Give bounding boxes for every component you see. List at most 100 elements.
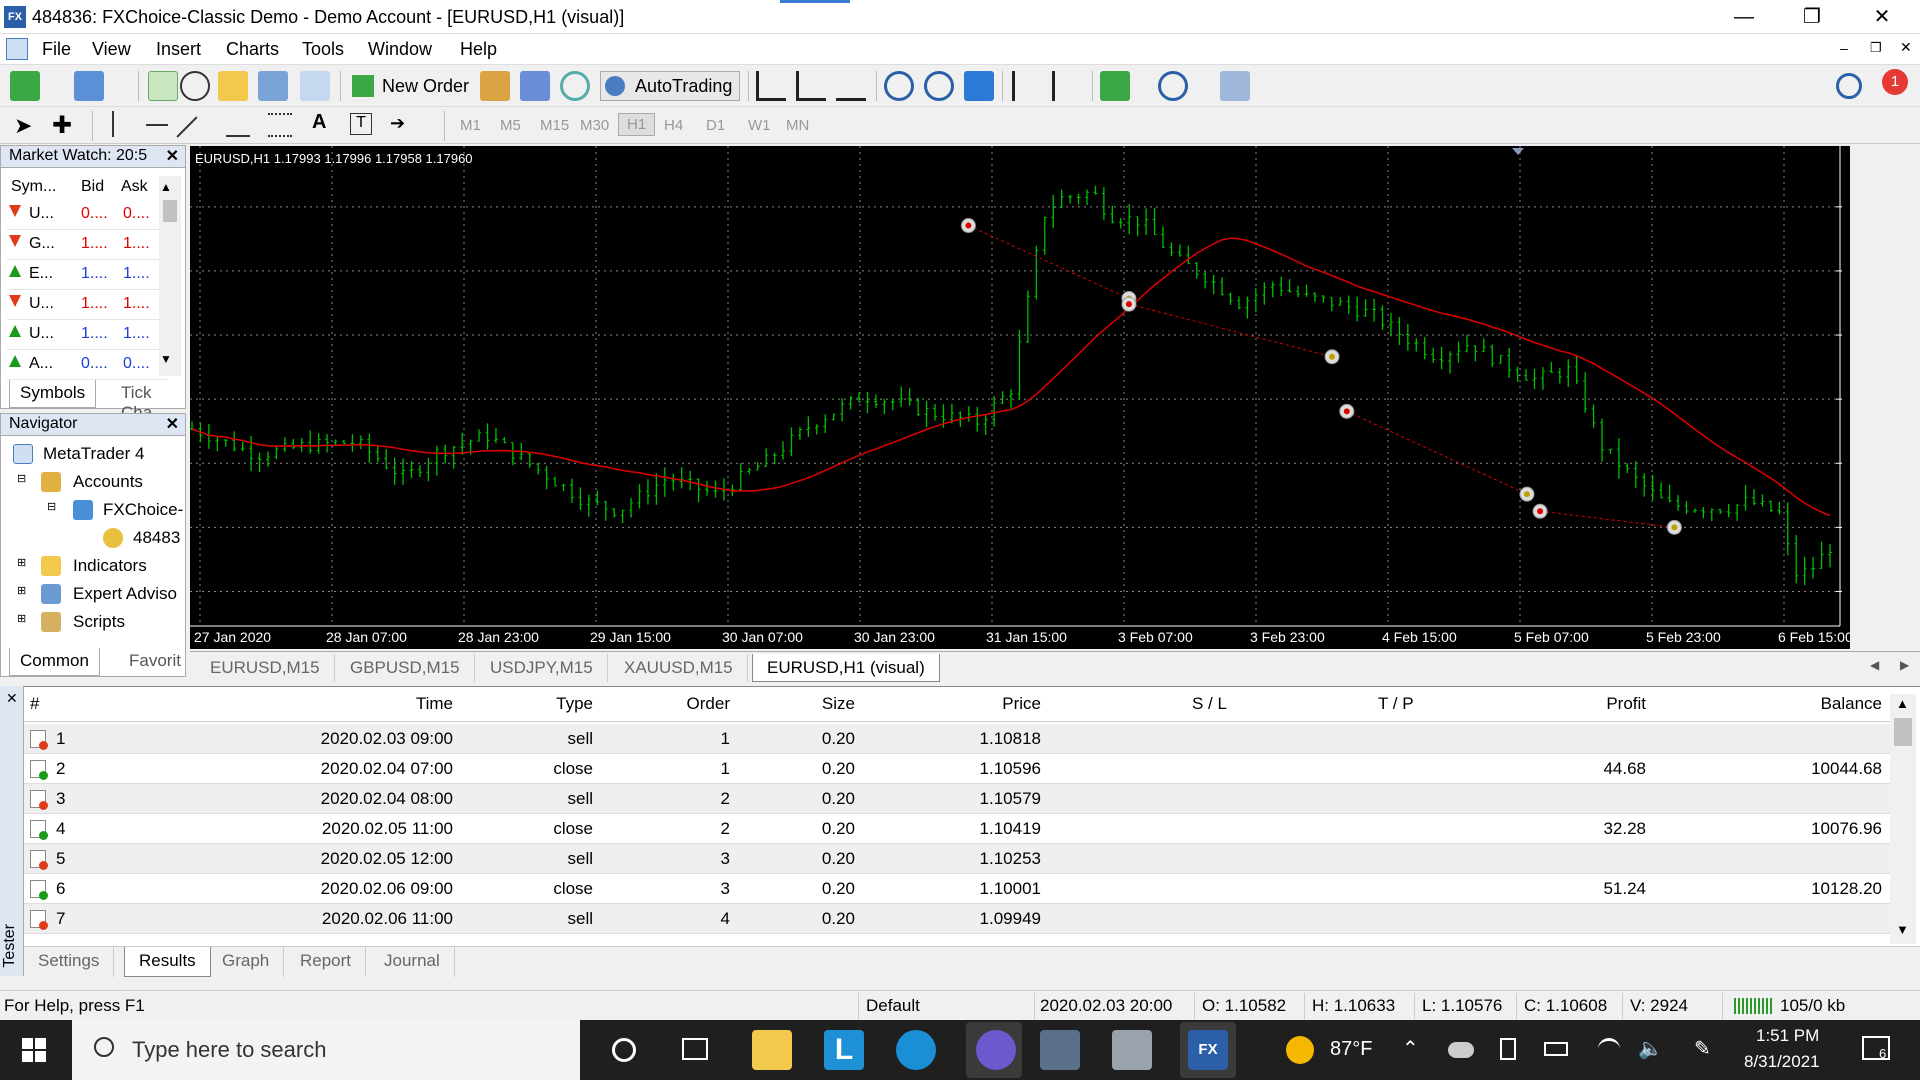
tab-chart-xauusd-m15[interactable]: XAUUSD,M15 bbox=[610, 654, 748, 682]
collapse-icon[interactable]: ⊟ bbox=[47, 500, 56, 513]
signals-icon[interactable] bbox=[520, 71, 550, 101]
market-watch-row[interactable]: U... 1.... 1.... bbox=[7, 290, 167, 320]
vertical-line-icon[interactable] bbox=[112, 111, 114, 137]
timeframe-d1[interactable]: D1 bbox=[706, 117, 725, 134]
menu-tools[interactable]: Tools bbox=[302, 39, 344, 60]
scroll-thumb[interactable] bbox=[163, 200, 177, 222]
mdi-restore-icon[interactable]: ❐ bbox=[1870, 40, 1882, 56]
vps-icon[interactable] bbox=[560, 71, 590, 101]
chevron-up-icon[interactable]: ▲ bbox=[160, 180, 172, 194]
new-chart-icon[interactable] bbox=[10, 71, 40, 101]
chart-shift-icon[interactable] bbox=[1052, 71, 1082, 101]
scroll-thumb[interactable] bbox=[1894, 718, 1912, 746]
timeframe-m30[interactable]: M30 bbox=[580, 117, 609, 134]
zoom-in-icon[interactable] bbox=[884, 71, 914, 101]
channel-icon[interactable] bbox=[226, 113, 250, 137]
table-row[interactable]: 3 2020.02.04 08:00 sell 2 0.20 1.10579 bbox=[24, 784, 1890, 814]
auto-scroll-icon[interactable] bbox=[1012, 71, 1042, 101]
market-watch-row[interactable]: A... 0.... 0.... bbox=[7, 350, 167, 380]
crosshair-navigator-icon[interactable] bbox=[180, 71, 210, 101]
col-order[interactable]: Order bbox=[620, 694, 730, 714]
tab-journal[interactable]: Journal bbox=[370, 947, 455, 977]
menu-help[interactable]: Help bbox=[460, 39, 497, 60]
clock-time[interactable]: 1:51 PM bbox=[1756, 1026, 1819, 1046]
wifi-icon[interactable] bbox=[1598, 1038, 1620, 1060]
text-icon[interactable]: A bbox=[312, 111, 326, 134]
task-view-icon[interactable] bbox=[682, 1038, 708, 1060]
tab-chart-gbpusd-m15[interactable]: GBPUSD,M15 bbox=[336, 654, 475, 682]
timeframe-h1[interactable]: H1 bbox=[618, 113, 656, 136]
nav-expert-advisors[interactable]: Expert Adviso bbox=[73, 584, 177, 604]
database-icon[interactable] bbox=[1112, 1030, 1152, 1070]
tab-favorites[interactable]: Favorit bbox=[119, 648, 191, 676]
tab-scroll-left-icon[interactable]: ◀ bbox=[1870, 658, 1879, 672]
table-row[interactable]: 7 2020.02.06 11:00 sell 4 0.20 1.09949 bbox=[24, 904, 1890, 934]
search-box[interactable]: Type here to search bbox=[72, 1020, 580, 1080]
market-watch-row[interactable]: G... 1.... 1.... bbox=[7, 230, 167, 260]
price-chart[interactable]: 27 Jan 2020 28 Jan 07:00 28 Jan 23:00 29 Ja… bbox=[190, 146, 1903, 649]
periods-icon[interactable] bbox=[1158, 71, 1188, 101]
menu-view[interactable]: View bbox=[92, 39, 131, 60]
edge-icon[interactable] bbox=[896, 1030, 936, 1070]
app-l-icon[interactable]: L bbox=[824, 1030, 864, 1070]
indicators-list-icon[interactable] bbox=[1100, 71, 1130, 101]
timeframe-h4[interactable]: H4 bbox=[664, 117, 683, 134]
new-order-button[interactable]: New Order bbox=[350, 71, 500, 101]
fibonacci-icon[interactable] bbox=[268, 113, 292, 137]
results-scrollbar[interactable]: ▲ ▼ bbox=[1890, 694, 1916, 944]
table-row[interactable]: 6 2020.02.06 09:00 close 3 0.20 1.10001 51.24 1… bbox=[24, 874, 1890, 904]
menu-window[interactable]: Window bbox=[368, 39, 432, 60]
col-type[interactable]: Type bbox=[470, 694, 593, 714]
close-icon[interactable]: ✕ bbox=[1862, 4, 1902, 30]
market-watch-row[interactable]: U... 0.... 0.... bbox=[7, 200, 167, 230]
nav-metatrader[interactable]: MetaTrader 4 bbox=[43, 444, 144, 464]
market-watch-icon[interactable] bbox=[148, 71, 178, 101]
status-profile[interactable]: Default bbox=[866, 996, 920, 1016]
metaeditor-icon[interactable] bbox=[480, 71, 510, 101]
tab-chart-usdjpy-m15[interactable]: USDJPY,M15 bbox=[476, 654, 608, 682]
device-icon[interactable] bbox=[1500, 1038, 1516, 1060]
col-balance[interactable]: Balance bbox=[1700, 694, 1882, 714]
expand-icon[interactable]: ⊞ bbox=[17, 556, 26, 569]
mdi-minimize-icon[interactable]: – bbox=[1840, 40, 1848, 56]
volume-icon[interactable]: 🔈 bbox=[1638, 1036, 1663, 1061]
col-symbol[interactable]: Sym... bbox=[11, 178, 56, 196]
col-tp[interactable]: T / P bbox=[1378, 694, 1414, 714]
minimize-icon[interactable]: — bbox=[1724, 4, 1764, 30]
col-profit[interactable]: Profit bbox=[1500, 694, 1646, 714]
col-size[interactable]: Size bbox=[750, 694, 855, 714]
fxchoice-app-icon[interactable]: FX bbox=[1188, 1030, 1228, 1070]
line-chart-icon[interactable] bbox=[836, 71, 866, 101]
col-number[interactable]: # bbox=[30, 694, 39, 714]
zoom-out-icon[interactable] bbox=[924, 71, 954, 101]
horizontal-line-icon[interactable] bbox=[146, 124, 168, 126]
terminal-icon[interactable] bbox=[258, 71, 288, 101]
market-watch-row[interactable]: E... 1.... 1.... bbox=[7, 260, 167, 290]
table-row[interactable]: 1 2020.02.03 09:00 sell 1 0.20 1.10818 bbox=[24, 724, 1890, 754]
timeframe-m5[interactable]: M5 bbox=[500, 117, 521, 134]
timeframe-w1[interactable]: W1 bbox=[748, 117, 771, 134]
discord-icon[interactable] bbox=[976, 1030, 1016, 1070]
autotrading-button[interactable]: AutoTrading bbox=[600, 71, 740, 101]
file-explorer-icon[interactable] bbox=[752, 1030, 792, 1070]
windows-start-icon[interactable] bbox=[22, 1038, 46, 1062]
chevron-down-icon[interactable]: ▼ bbox=[160, 352, 172, 366]
table-row[interactable]: 5 2020.02.05 12:00 sell 3 0.20 1.10253 bbox=[24, 844, 1890, 874]
col-time[interactable]: Time bbox=[250, 694, 453, 714]
tab-tick-chart[interactable]: Tick Cha bbox=[111, 380, 185, 422]
onedrive-icon[interactable] bbox=[1448, 1042, 1474, 1058]
col-ask[interactable]: Ask bbox=[121, 178, 148, 196]
pen-icon[interactable]: ✎ bbox=[1694, 1036, 1711, 1061]
candlestick-icon[interactable] bbox=[796, 71, 826, 101]
table-row[interactable]: 2 2020.02.04 07:00 close 1 0.20 1.10596 44.68 1… bbox=[24, 754, 1890, 784]
menu-insert[interactable]: Insert bbox=[156, 39, 201, 60]
text-label-icon[interactable]: T bbox=[350, 113, 372, 135]
tab-results[interactable]: Results bbox=[124, 947, 211, 977]
nav-indicators[interactable]: Indicators bbox=[73, 556, 147, 576]
market-watch-row[interactable]: U... 1.... 1.... bbox=[7, 320, 167, 350]
trendline-icon[interactable] bbox=[176, 116, 198, 138]
table-row[interactable]: 4 2020.02.05 11:00 close 2 0.20 1.10419 32.28 1… bbox=[24, 814, 1890, 844]
timeframe-m1[interactable]: M1 bbox=[460, 117, 481, 134]
search-icon[interactable] bbox=[1836, 73, 1862, 99]
timeframe-mn[interactable]: MN bbox=[786, 117, 809, 134]
